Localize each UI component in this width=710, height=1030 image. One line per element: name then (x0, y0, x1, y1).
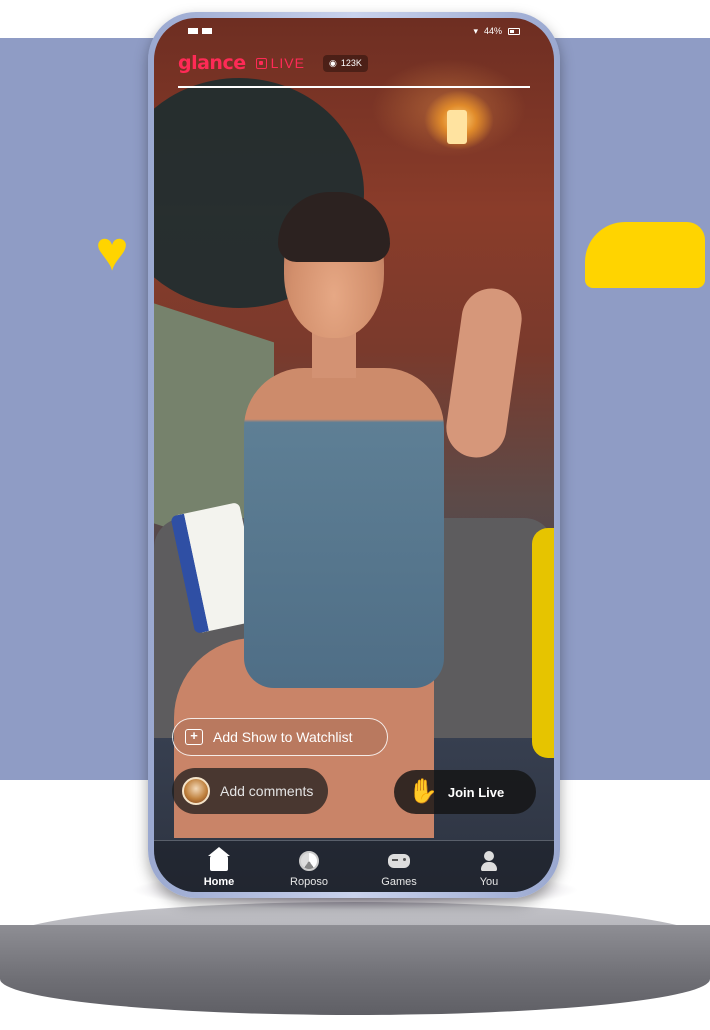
add-watchlist-icon: + (185, 729, 203, 745)
status-bar: ▾ 44% (154, 18, 554, 44)
nav-item-you[interactable]: You (454, 850, 524, 888)
promo-stage: ♥ ▾ 44% glance LIVE ◉ 123K + Add Show to… (0, 0, 710, 1030)
live-icon (255, 57, 267, 69)
video-presenter-waving-arm (442, 284, 526, 462)
glance-logo[interactable]: glance (178, 52, 246, 74)
battery-icon (508, 27, 520, 35)
phone-frame: ▾ 44% glance LIVE ◉ 123K + Add Show to W… (148, 12, 560, 898)
raised-hand-icon: ✋ (408, 778, 438, 805)
join-live-label: Join Live (447, 784, 505, 800)
story-progress-fill (178, 86, 530, 88)
bottom-navigation: Home Roposo Games You (154, 841, 554, 892)
video-lamp (447, 110, 467, 144)
eye-icon: ◉ (328, 57, 337, 68)
nav-label-you: You (479, 876, 499, 888)
pedestal-base (0, 925, 710, 1015)
viewer-count: 123K (340, 58, 362, 68)
heart-decoration-icon: ♥ (95, 219, 129, 282)
nav-label-home: Home (203, 876, 235, 888)
notification-icons (188, 28, 212, 34)
video-presenter-body (244, 368, 444, 688)
home-icon (208, 847, 230, 871)
nav-item-games[interactable]: Games (364, 850, 434, 888)
add-comment-input[interactable]: Add comments (172, 768, 328, 814)
wifi-icon: ▾ (473, 25, 478, 36)
add-to-watchlist-button[interactable]: + Add Show to Watchlist (172, 718, 388, 756)
roposo-icon (299, 851, 319, 871)
nav-label-games: Games (381, 876, 417, 888)
user-icon (481, 851, 497, 871)
video-pillow-yellow (532, 528, 554, 758)
live-header: glance LIVE ◉ 123K (178, 52, 368, 74)
status-indicators: ▾ 44% (473, 26, 520, 37)
watchlist-label: Add Show to Watchlist (213, 729, 353, 745)
nav-label-roposo: Roposo (290, 876, 328, 888)
viewer-count-badge: ◉ 123K (322, 54, 368, 72)
battery-text: 44% (483, 26, 502, 36)
notification-icon (202, 28, 212, 34)
comment-placeholder: Add comments (220, 783, 314, 799)
nav-item-roposo[interactable]: Roposo (274, 850, 344, 888)
live-badge: LIVE (255, 55, 305, 71)
user-avatar (182, 777, 210, 805)
join-live-button[interactable]: ✋ Join Live (394, 770, 536, 814)
live-label: LIVE (270, 55, 305, 71)
story-progress-bar (178, 86, 530, 88)
notification-icon (188, 28, 198, 34)
live-video-screen[interactable]: ▾ 44% glance LIVE ◉ 123K + Add Show to W… (154, 18, 554, 892)
nav-item-home[interactable]: Home (184, 847, 254, 888)
gamepad-icon (388, 854, 410, 868)
yellow-shape-decoration (585, 222, 705, 288)
